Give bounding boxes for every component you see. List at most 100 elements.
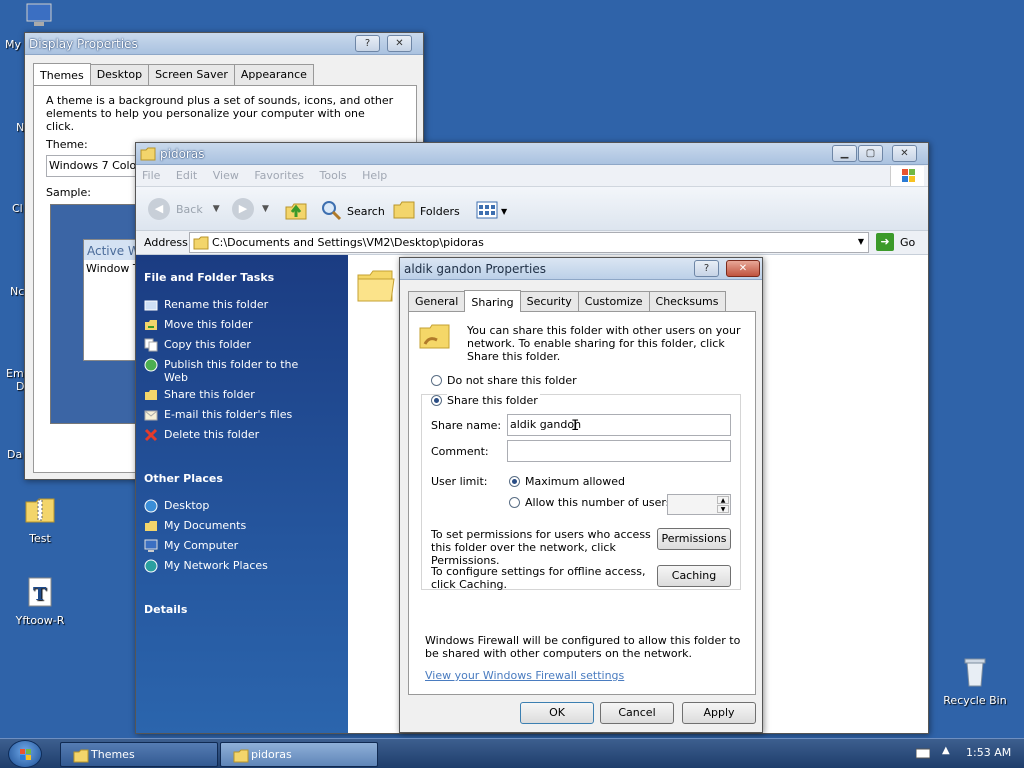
permissions-button[interactable]: Permissions	[657, 528, 731, 550]
chevron-down-icon[interactable]: ▼	[858, 237, 864, 246]
place-my-computer-link[interactable]: My Computer	[144, 539, 238, 553]
views-button[interactable]: ▼	[476, 200, 507, 223]
allow-number-label[interactable]: Allow this number of users:	[525, 496, 675, 509]
maximize-button[interactable]: ▢	[858, 145, 883, 162]
place-my-documents-link[interactable]: My Documents	[144, 519, 246, 533]
window-titlebar[interactable]: Display Properties ? ✕	[25, 33, 423, 55]
delete-folder-link[interactable]: Delete this folder	[144, 428, 259, 442]
window-title: aldik gandon Properties	[404, 262, 547, 276]
copy-folder-link[interactable]: Copy this folder	[144, 338, 251, 352]
rename-folder-link[interactable]: Rename this folder	[144, 298, 268, 312]
menu-tools[interactable]: Tools	[314, 165, 353, 186]
my-computer-desktop-icon[interactable]	[0, 2, 80, 34]
tab-desktop[interactable]: Desktop	[89, 64, 150, 86]
do-not-share-radio[interactable]	[431, 375, 442, 386]
up-folder-icon[interactable]	[284, 199, 308, 224]
user-count-spinner[interactable]: ▲ ▼	[667, 494, 731, 515]
menu-file[interactable]: File	[136, 165, 166, 186]
tab-appearance[interactable]: Appearance	[233, 64, 314, 86]
go-button[interactable]: ➜ Go	[876, 233, 915, 251]
properties-dialog: aldik gandon Properties ? ✕ General Shar…	[399, 257, 763, 733]
details-header[interactable]: Details	[144, 603, 187, 616]
place-network-link[interactable]: My Network Places	[144, 559, 268, 573]
taskbar-item-themes[interactable]: Themes	[60, 742, 218, 767]
share-folder-radio[interactable]	[431, 395, 442, 406]
comment-input[interactable]	[507, 440, 731, 462]
folders-button[interactable]: Folders	[393, 199, 460, 224]
test-desktop-icon[interactable]: Test	[0, 494, 80, 545]
back-button[interactable]: ◀ Back ▼	[148, 198, 220, 220]
keyboard-icon[interactable]	[915, 747, 931, 762]
do-not-share-label[interactable]: Do not share this folder	[447, 374, 577, 387]
file-folder-tasks-header[interactable]: File and Folder Tasks	[144, 271, 274, 284]
tab-customize[interactable]: Customize	[577, 291, 650, 313]
tab-strip: Themes Desktop Screen Saver Appearance	[33, 63, 314, 86]
tab-checksums[interactable]: Checksums	[648, 291, 726, 313]
apply-button[interactable]: Apply	[682, 702, 756, 724]
firewall-text: Windows Firewall will be configured to a…	[425, 634, 741, 660]
firewall-settings-link[interactable]: View your Windows Firewall settings	[425, 669, 624, 682]
menu-help[interactable]: Help	[356, 165, 393, 186]
share-name-input[interactable]: aldik gandon	[507, 414, 731, 436]
user-limit-label: User limit:	[431, 475, 488, 488]
yftoow-desktop-icon[interactable]: T Yftoow-R	[0, 576, 80, 627]
clock[interactable]: 1:53 AM	[966, 746, 1011, 759]
ok-button[interactable]: OK	[520, 702, 594, 724]
other-places-header[interactable]: Other Places	[144, 472, 223, 485]
address-label: Address	[144, 236, 188, 249]
share-name-label: Share name:	[431, 419, 502, 432]
close-button[interactable]: ✕	[387, 35, 412, 52]
recycle-bin-icon	[959, 656, 991, 688]
recycle-bin-desktop-icon[interactable]: Recycle Bin	[935, 656, 1015, 707]
maximum-allowed-radio[interactable]	[509, 476, 520, 487]
font-file-icon: T	[24, 576, 56, 608]
folders-icon	[393, 199, 415, 224]
minimize-button[interactable]: ▁	[832, 145, 857, 162]
spin-up-icon[interactable]: ▲	[717, 496, 729, 504]
allow-number-radio[interactable]	[509, 497, 520, 508]
tab-security[interactable]: Security	[519, 291, 579, 313]
network-icon	[144, 559, 158, 573]
tab-screen-saver[interactable]: Screen Saver	[148, 64, 235, 86]
menu-view[interactable]: View	[207, 165, 245, 186]
tab-themes[interactable]: Themes	[33, 63, 91, 85]
taskbar-item-pidoras[interactable]: pidoras	[220, 742, 378, 767]
place-desktop-link[interactable]: Desktop	[144, 499, 209, 513]
tab-strip: General Sharing Security Customize Check…	[408, 290, 726, 313]
maximum-allowed-label[interactable]: Maximum allowed	[525, 475, 625, 488]
rename-icon	[144, 298, 158, 312]
close-button[interactable]: ✕	[726, 260, 760, 277]
folder-item[interactable]	[356, 267, 396, 306]
email-folder-link[interactable]: E-mail this folder's files	[144, 408, 292, 422]
close-button[interactable]: ✕	[892, 145, 917, 162]
search-button[interactable]: Search	[320, 199, 385, 224]
sample-label: Sample:	[46, 186, 91, 199]
cancel-button[interactable]: Cancel	[600, 702, 674, 724]
help-button[interactable]: ?	[694, 260, 719, 277]
tab-general[interactable]: General	[408, 291, 466, 313]
tab-sharing[interactable]: Sharing	[464, 290, 521, 312]
spin-down-icon[interactable]: ▼	[717, 505, 729, 513]
share-folder-link[interactable]: Share this folder	[144, 388, 255, 402]
publish-folder-link[interactable]: Publish this folder to the Web	[144, 358, 304, 384]
caching-text: To configure settings for offline access…	[431, 565, 646, 591]
share-folder-icon	[144, 388, 158, 402]
menu-favorites[interactable]: Favorites	[248, 165, 310, 186]
address-input[interactable]: C:\Documents and Settings\VM2\Desktop\pi…	[189, 232, 869, 253]
window-titlebar[interactable]: pidoras ▁ ▢ ✕	[136, 143, 928, 165]
share-folder-label[interactable]: Share this folder	[447, 394, 540, 407]
menu-edit[interactable]: Edit	[170, 165, 203, 186]
forward-button[interactable]: ▶ ▼	[232, 198, 269, 220]
move-folder-link[interactable]: Move this folder	[144, 318, 253, 332]
windows-logo-icon	[890, 166, 924, 186]
help-button[interactable]: ?	[355, 35, 380, 52]
address-bar: Address C:\Documents and Settings\VM2\De…	[136, 231, 928, 255]
window-title: pidoras	[160, 147, 205, 161]
caching-button[interactable]: Caching	[657, 565, 731, 587]
up-arrow-icon[interactable]: ▲	[942, 745, 950, 756]
sharing-intro-text: You can share this folder with other use…	[467, 324, 741, 363]
desktop-partial-label: N	[16, 121, 25, 134]
window-titlebar[interactable]: aldik gandon Properties ? ✕	[400, 258, 762, 280]
back-arrow-icon: ◀	[148, 198, 170, 220]
start-button[interactable]	[8, 740, 42, 768]
